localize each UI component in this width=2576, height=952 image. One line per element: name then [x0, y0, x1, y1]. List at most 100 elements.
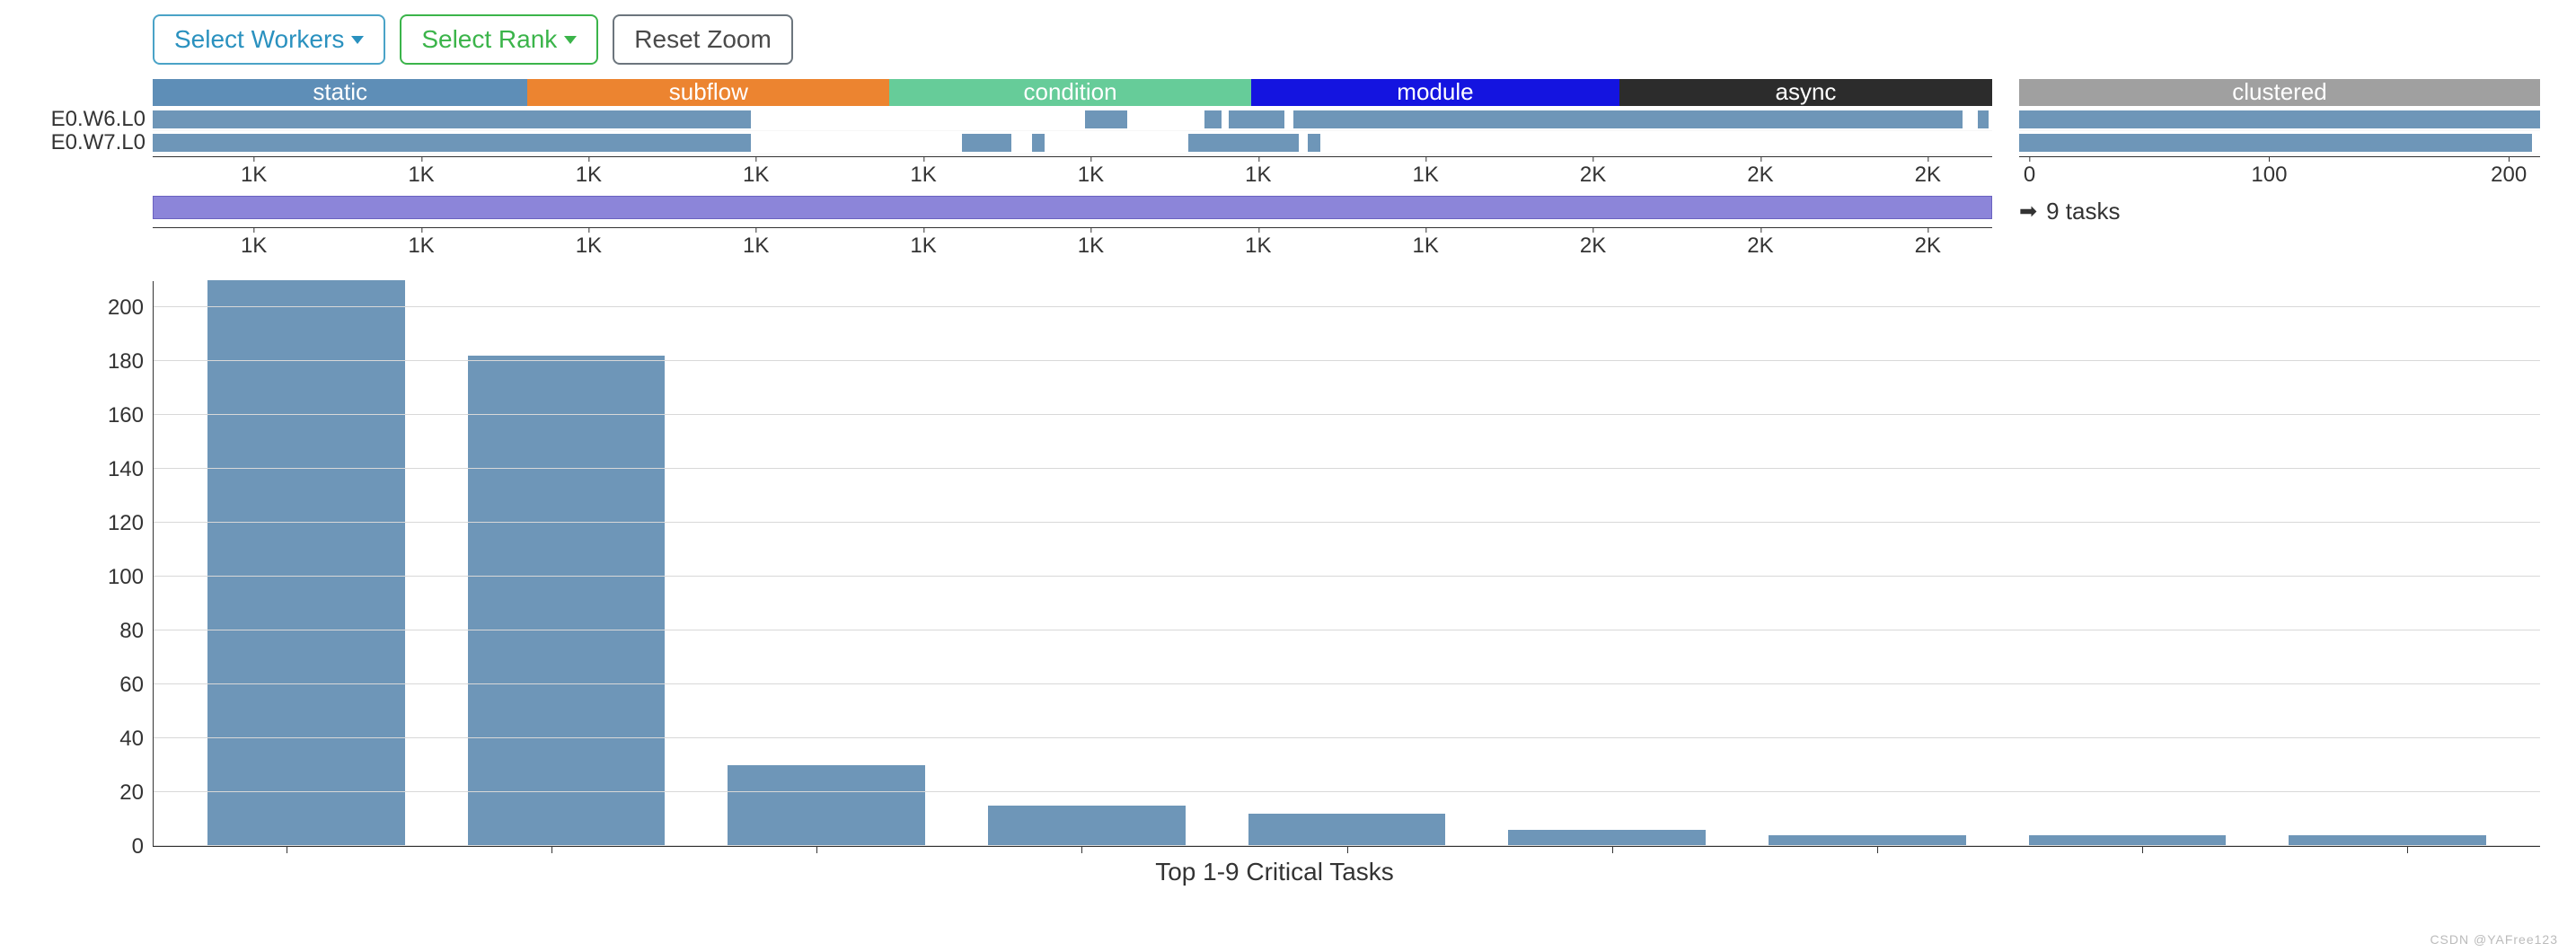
chart-title: Top 1-9 Critical Tasks — [9, 847, 2540, 886]
axis-tick: 1K — [408, 228, 434, 259]
x-tick — [1347, 846, 1348, 853]
axis-tick: 1K — [743, 157, 769, 188]
axis-tick: 1K — [241, 228, 267, 259]
x-tick — [2407, 846, 2408, 853]
grid-line — [154, 576, 2540, 577]
x-tick — [1081, 846, 1082, 853]
x-tick — [1877, 846, 1878, 853]
axis-tick: 1K — [408, 157, 434, 188]
timeline-lane[interactable] — [153, 131, 1992, 154]
axis-tick: 2K — [1915, 157, 1941, 188]
timeline-lane[interactable] — [153, 108, 1992, 131]
timeline-lane[interactable] — [2019, 131, 2540, 154]
axis-tick: 1K — [1078, 228, 1104, 259]
legend-item-condition[interactable]: condition — [889, 79, 1251, 106]
axis-tick: 2K — [1580, 228, 1606, 259]
task-span[interactable] — [1978, 110, 1989, 128]
grid-line — [154, 791, 2540, 792]
grid-line — [154, 522, 2540, 523]
grid-line — [154, 306, 2540, 307]
axis-tick: 2K — [1747, 157, 1773, 188]
y-tick: 120 — [108, 511, 144, 536]
bar[interactable] — [988, 806, 1186, 846]
timeline-lane[interactable] — [2019, 108, 2540, 131]
legend-item-module[interactable]: module — [1251, 79, 1619, 106]
toolbar: Select Workers Select Rank Reset Zoom — [9, 9, 2540, 79]
bar[interactable] — [728, 765, 925, 846]
arrow-right-icon: ➡ — [2019, 198, 2037, 225]
button-label: Select Workers — [174, 25, 344, 54]
task-span[interactable] — [2019, 110, 2540, 128]
task-span[interactable] — [153, 110, 751, 128]
y-tick: 40 — [119, 727, 144, 752]
axis-tick: 2K — [1580, 157, 1606, 188]
timeline-axis-main: 1K 1K 1K 1K 1K 1K 1K 1K 2K 2K 2K — [153, 156, 1992, 192]
bar[interactable] — [1508, 830, 1706, 846]
axis-tick: 2K — [1915, 228, 1941, 259]
legend-item-async[interactable]: async — [1619, 79, 1992, 106]
button-label: Reset Zoom — [634, 25, 772, 54]
task-span[interactable] — [1188, 134, 1299, 152]
task-span[interactable] — [1204, 110, 1221, 128]
legend-item-clustered[interactable]: clustered — [2019, 79, 2540, 106]
task-span[interactable] — [2019, 134, 2532, 152]
timeline-axis-right: 0 100 200 — [2019, 156, 2540, 192]
axis-tick: 1K — [1245, 228, 1271, 259]
y-tick: 80 — [119, 619, 144, 644]
task-span[interactable] — [1032, 134, 1045, 152]
lane-labels: E0.W6.L0E0.W7.L0 — [9, 108, 153, 154]
task-span[interactable] — [1085, 110, 1127, 128]
bar[interactable] — [1248, 814, 1446, 846]
lane-label: E0.W7.L0 — [9, 131, 146, 154]
grid-line — [154, 683, 2540, 684]
bar[interactable] — [468, 356, 666, 846]
axis-tick: 1K — [241, 157, 267, 188]
tasks-summary: ➡ 9 tasks — [2019, 196, 2540, 225]
overview-range-bar[interactable] — [153, 196, 1992, 219]
task-span[interactable] — [153, 134, 751, 152]
watermark: CSDN @YAFree123 — [2430, 932, 2558, 947]
y-tick: 180 — [108, 349, 144, 375]
caret-down-icon — [351, 36, 364, 44]
lane-label: E0.W6.L0 — [9, 108, 146, 131]
grid-line — [154, 737, 2540, 738]
select-rank-button[interactable]: Select Rank — [400, 14, 598, 65]
bar[interactable] — [207, 280, 405, 846]
axis-tick: 100 — [2251, 157, 2287, 188]
task-span[interactable] — [962, 134, 1011, 152]
reset-zoom-button[interactable]: Reset Zoom — [613, 14, 793, 65]
y-tick: 160 — [108, 403, 144, 428]
legend: staticsubflowconditionmoduleasync — [153, 79, 1992, 106]
axis-tick: 1K — [910, 157, 936, 188]
caret-down-icon — [564, 36, 577, 44]
y-tick: 0 — [132, 834, 144, 859]
legend-item-subflow[interactable]: subflow — [527, 79, 889, 106]
y-tick: 100 — [108, 565, 144, 590]
timeline-right[interactable] — [2019, 108, 2540, 154]
x-tick — [816, 846, 817, 853]
axis-tick: 1K — [576, 228, 602, 259]
task-span[interactable] — [1293, 110, 1963, 128]
axis-tick: 1K — [743, 228, 769, 259]
axis-tick: 0 — [2024, 157, 2035, 188]
axis-tick: 2K — [1747, 228, 1773, 259]
axis-tick: 1K — [1413, 228, 1439, 259]
grid-line — [154, 468, 2540, 469]
select-workers-button[interactable]: Select Workers — [153, 14, 385, 65]
task-span[interactable] — [1308, 134, 1320, 152]
axis-tick: 200 — [2491, 157, 2527, 188]
axis-tick: 1K — [1413, 157, 1439, 188]
critical-tasks-chart: 020406080100120140160180200 — [63, 281, 2540, 847]
timeline-main[interactable] — [153, 108, 1992, 154]
axis-tick: 1K — [1078, 157, 1104, 188]
legend-item-static[interactable]: static — [153, 79, 527, 106]
chart-plot-area[interactable] — [153, 281, 2540, 847]
tasks-count-label: 9 tasks — [2046, 198, 2120, 225]
overview-axis: 1K 1K 1K 1K 1K 1K 1K 1K 2K 2K 2K — [153, 227, 1992, 263]
task-span[interactable] — [1229, 110, 1284, 128]
axis-tick: 1K — [576, 157, 602, 188]
axis-tick: 1K — [910, 228, 936, 259]
y-tick: 60 — [119, 673, 144, 698]
x-tick — [2142, 846, 2143, 853]
axis-tick: 1K — [1245, 157, 1271, 188]
